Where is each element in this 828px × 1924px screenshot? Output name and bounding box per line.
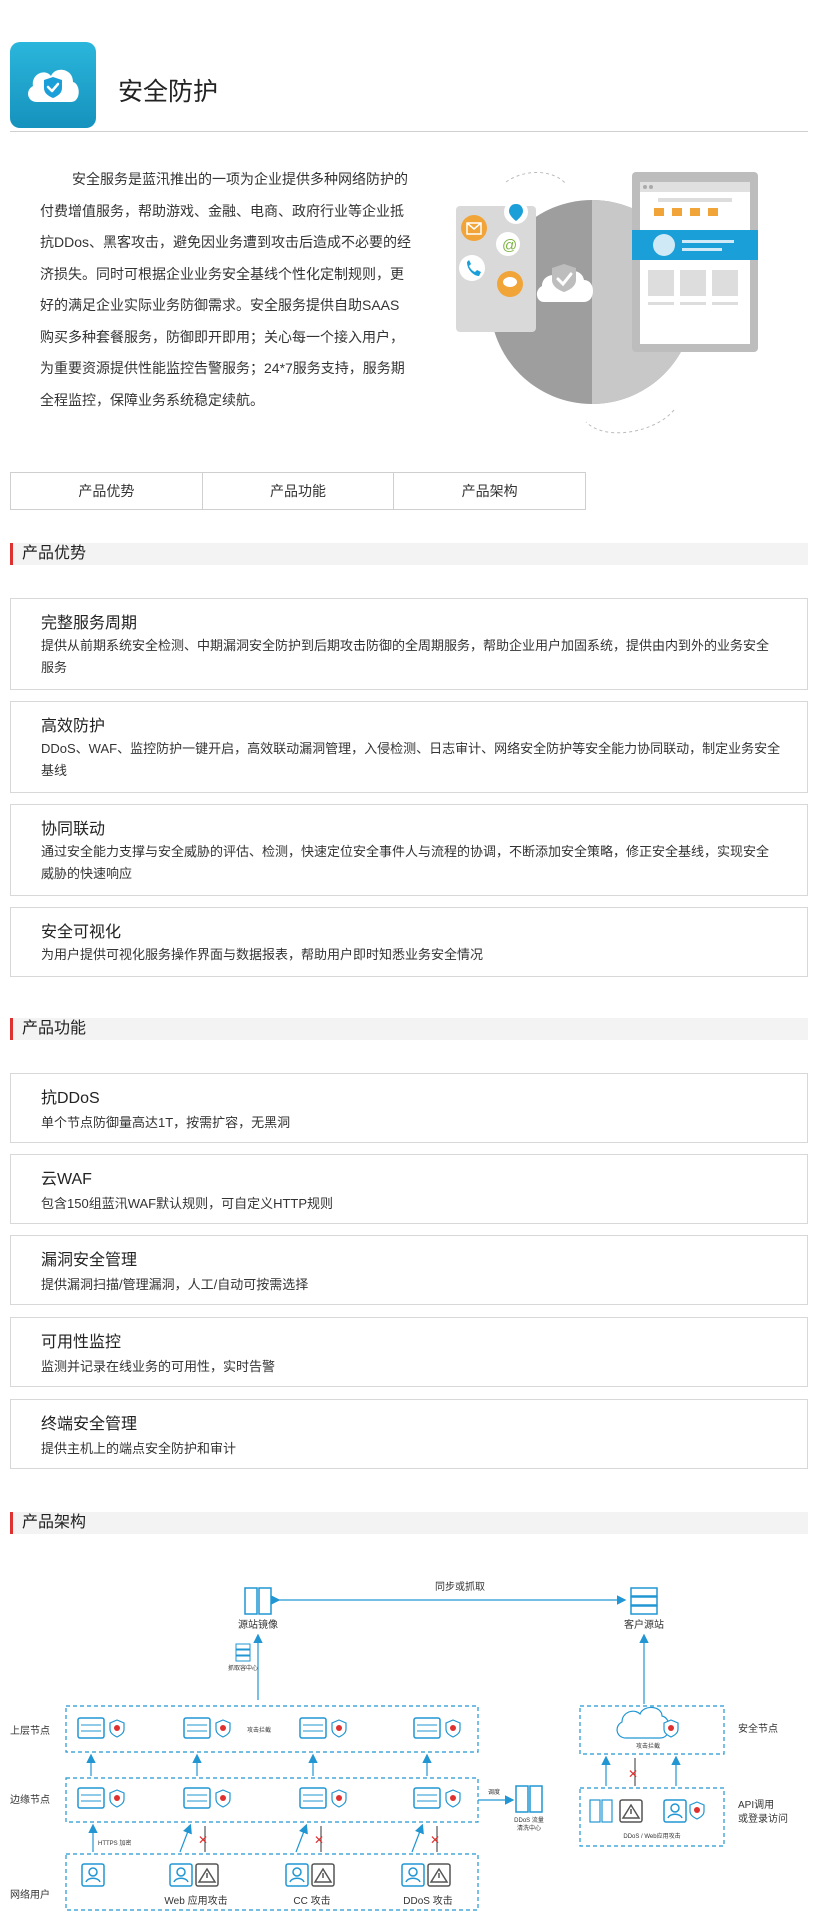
https-label: HTTPS 加密 [98,1839,131,1847]
anticopy-label: 抓取容中心 [228,1664,258,1672]
edge-nodes-label: 边缘节点 [10,1793,50,1806]
section-title: 产品架构 [22,1514,87,1531]
ddos-center-label-2: 清洗中心 [517,1824,541,1832]
section-marker [10,1512,13,1534]
section-advantages-heading: 产品优势 [10,543,808,565]
card-title: 云WAF [41,1171,92,1188]
security-illustration: @ [456,172,758,434]
section-features-heading: 产品功能 [10,1018,808,1040]
upper-nodes-label: 上层节点 [10,1725,50,1737]
svg-text:@: @ [502,237,517,254]
origin-label: 客户源站 [624,1618,664,1631]
advantage-card: 高效防护 DDoS、WAF、监控防护一键开启，高效联动漏洞管理，入侵检测、日志审… [10,701,808,793]
attack-block-label: 攻击拦截 [247,1726,271,1734]
tab-bar: 产品优势 产品功能 产品架构 [10,472,586,510]
feature-card: 云WAF 包含150组蓝汛WAF默认规则，可自定义HTTP规则 [10,1154,808,1224]
tab-features[interactable]: 产品功能 [203,473,395,509]
advantage-card: 完整服务周期 提供从前期系统安全检测、中期漏洞安全防护到后期攻击防御的全周期服务… [10,598,808,690]
mirror-label: 源站镜像 [238,1618,278,1631]
page-header: 安全防护 [10,40,808,132]
architecture-diagram: 源站镜像 客户源站 同步或抓取 抓取容中心 上层节点 边缘节点 网络用户 攻击拦… [10,1580,788,1911]
card-desc: 提供漏洞扫描/管理漏洞，人工/自动可按需选择 [41,1277,309,1292]
card-title: 协同联动 [41,821,106,838]
card-title: 漏洞安全管理 [41,1252,138,1269]
feature-card: 漏洞安全管理 提供漏洞扫描/管理漏洞，人工/自动可按需选择 [10,1235,808,1305]
card-title: 可用性监控 [41,1334,122,1351]
feature-card: 可用性监控 监测并记录在线业务的可用性，实时告警 [10,1317,808,1387]
card-desc: 监测并记录在线业务的可用性，实时告警 [41,1359,276,1374]
card-desc: 包含150组蓝汛WAF默认规则，可自定义HTTP规则 [41,1196,334,1211]
card-desc: 单个节点防御量高达1T，按需扩容，无黑洞 [41,1115,291,1130]
ddos-web-label: DDoS / Web应用攻击 [623,1832,680,1840]
ddos-center-label-1: DDoS 流量 [514,1816,544,1824]
svg-text:✕: ✕ [628,1767,638,1781]
cloud-shield-icon [10,42,96,128]
section-marker [10,543,13,565]
card-title: 完整服务周期 [41,615,138,632]
section-architecture-heading: 产品架构 [10,1512,808,1534]
card-title: 终端安全管理 [41,1416,138,1433]
card-desc: 提供主机上的端点安全防护和审计 [41,1441,237,1456]
web-attack-label: Web 应用攻击 [164,1894,227,1907]
card-desc: 提供从前期系统安全检测、中期漏洞安全防护到后期攻击防御的全周期服务，帮助企业用户… [41,638,770,675]
card-title: 抗DDoS [41,1090,100,1107]
section-marker [10,1018,13,1040]
scheduling-label: 调度 [488,1788,500,1796]
users-label: 网络用户 [10,1888,50,1901]
api-label-1: API调用 [738,1799,774,1811]
secnode-block-label: 攻击拦截 [636,1742,660,1750]
cc-attack-label: CC 攻击 [293,1894,330,1907]
ddos-attack-label: DDoS 攻击 [403,1894,452,1907]
svg-text:✕: ✕ [198,1833,208,1847]
section-title: 产品功能 [22,1020,87,1037]
svg-text:✕: ✕ [430,1833,440,1847]
card-title: 安全可视化 [41,924,122,941]
sync-label: 同步或抓取 [435,1580,485,1593]
tab-advantages[interactable]: 产品优势 [11,473,203,509]
feature-card: 抗DDoS 单个节点防御量高达1T，按需扩容，无黑洞 [10,1073,808,1143]
advantage-card: 协同联动 通过安全能力支撑与安全威胁的评估、检测，快速定位安全事件人与流程的协调… [10,804,808,896]
card-title: 高效防护 [41,718,106,735]
api-label-2: 或登录访问 [738,1812,788,1825]
tab-architecture[interactable]: 产品架构 [394,473,585,509]
card-desc: 为用户提供可视化服务操作界面与数据报表，帮助用户即时知悉业务安全情况 [41,947,484,962]
intro-text: 安全服务是蓝汛推出的一项为企业提供多种网络防护的付费增值服务，帮助游戏、金融、电… [40,171,412,408]
svg-text:✕: ✕ [314,1833,324,1847]
section-title: 产品优势 [22,545,87,562]
security-nodes-label: 安全节点 [738,1722,778,1735]
feature-card: 终端安全管理 提供主机上的端点安全防护和审计 [10,1399,808,1469]
advantage-card: 安全可视化 为用户提供可视化服务操作界面与数据报表，帮助用户即时知悉业务安全情况 [10,907,808,977]
card-desc: 通过安全能力支撑与安全威胁的评估、检测，快速定位安全事件人与流程的协调，不断添加… [41,844,770,881]
page-title: 安全防护 [118,78,219,106]
card-desc: DDoS、WAF、监控防护一键开启，高效联动漏洞管理，入侵检测、日志审计、网络安… [41,741,781,778]
